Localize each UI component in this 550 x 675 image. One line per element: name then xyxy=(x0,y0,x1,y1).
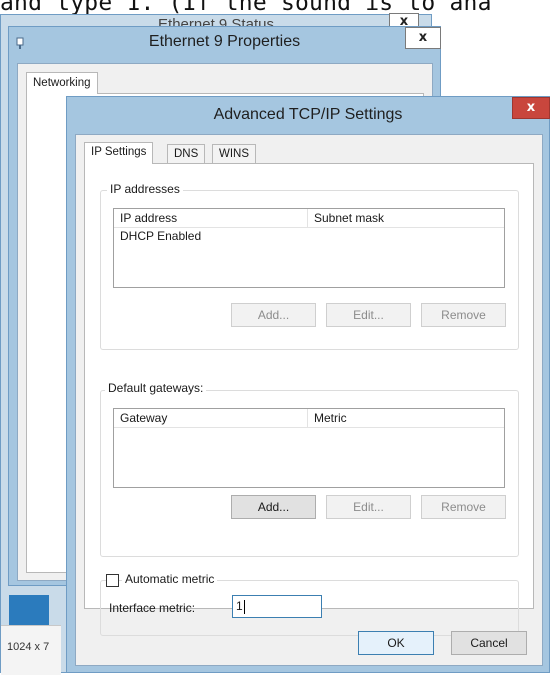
advanced-close-button[interactable]: x xyxy=(512,97,550,119)
advanced-window-title: Advanced TCP/IP Settings xyxy=(213,106,403,123)
column-subnet-mask[interactable]: Subnet mask xyxy=(308,209,504,227)
interface-metric-value: 1 xyxy=(236,599,243,613)
advanced-tcpip-window: Advanced TCP/IP Settings x IP Settings D… xyxy=(66,96,550,673)
ok-button[interactable]: OK xyxy=(358,631,434,655)
automatic-metric-checkbox[interactable] xyxy=(106,574,119,587)
automatic-metric-label[interactable]: Automatic metric xyxy=(122,572,218,586)
ip-add-button[interactable]: Add... xyxy=(231,303,316,327)
default-gateways-label: Default gateways: xyxy=(105,381,207,395)
text-caret xyxy=(243,599,245,614)
properties-close-button[interactable]: x xyxy=(405,27,441,49)
gateway-edit-button[interactable]: Edit... xyxy=(326,495,411,519)
tab-wins[interactable]: WINS xyxy=(212,144,257,164)
ip-address-list[interactable]: IP address Subnet mask DHCP Enabled xyxy=(113,208,505,288)
column-metric[interactable]: Metric xyxy=(308,409,504,427)
ip-address-list-header: IP address Subnet mask xyxy=(114,209,504,228)
ip-settings-panel: IP addresses IP address Subnet mask DHCP… xyxy=(84,163,534,636)
gateway-list-header: Gateway Metric xyxy=(114,409,504,428)
gateway-add-button[interactable]: Add... xyxy=(231,495,316,519)
gateway-remove-button[interactable]: Remove xyxy=(421,495,506,519)
gateway-list[interactable]: Gateway Metric xyxy=(113,408,505,488)
advanced-client-area: IP Settings DNS WINS IP addresses IP add… xyxy=(75,134,543,666)
ip-remove-button[interactable]: Remove xyxy=(421,303,506,327)
properties-window-title: Ethernet 9 Properties xyxy=(148,33,301,50)
column-gateway[interactable]: Gateway xyxy=(114,409,307,427)
status-footer-text: 1024 x 7 xyxy=(7,641,50,653)
interface-metric-input[interactable]: 1 xyxy=(232,595,322,618)
column-ip-address[interactable]: IP address xyxy=(114,209,307,227)
interface-metric-label: Interface metric: xyxy=(109,601,196,615)
cancel-button[interactable]: Cancel xyxy=(451,631,527,655)
ip-addresses-label: IP addresses xyxy=(107,182,183,196)
tab-dns[interactable]: DNS xyxy=(167,144,206,164)
list-item[interactable]: DHCP Enabled xyxy=(120,228,201,244)
tab-ip-settings[interactable]: IP Settings xyxy=(84,142,154,164)
tab-networking[interactable]: Networking xyxy=(26,72,98,94)
ip-edit-button[interactable]: Edit... xyxy=(326,303,411,327)
